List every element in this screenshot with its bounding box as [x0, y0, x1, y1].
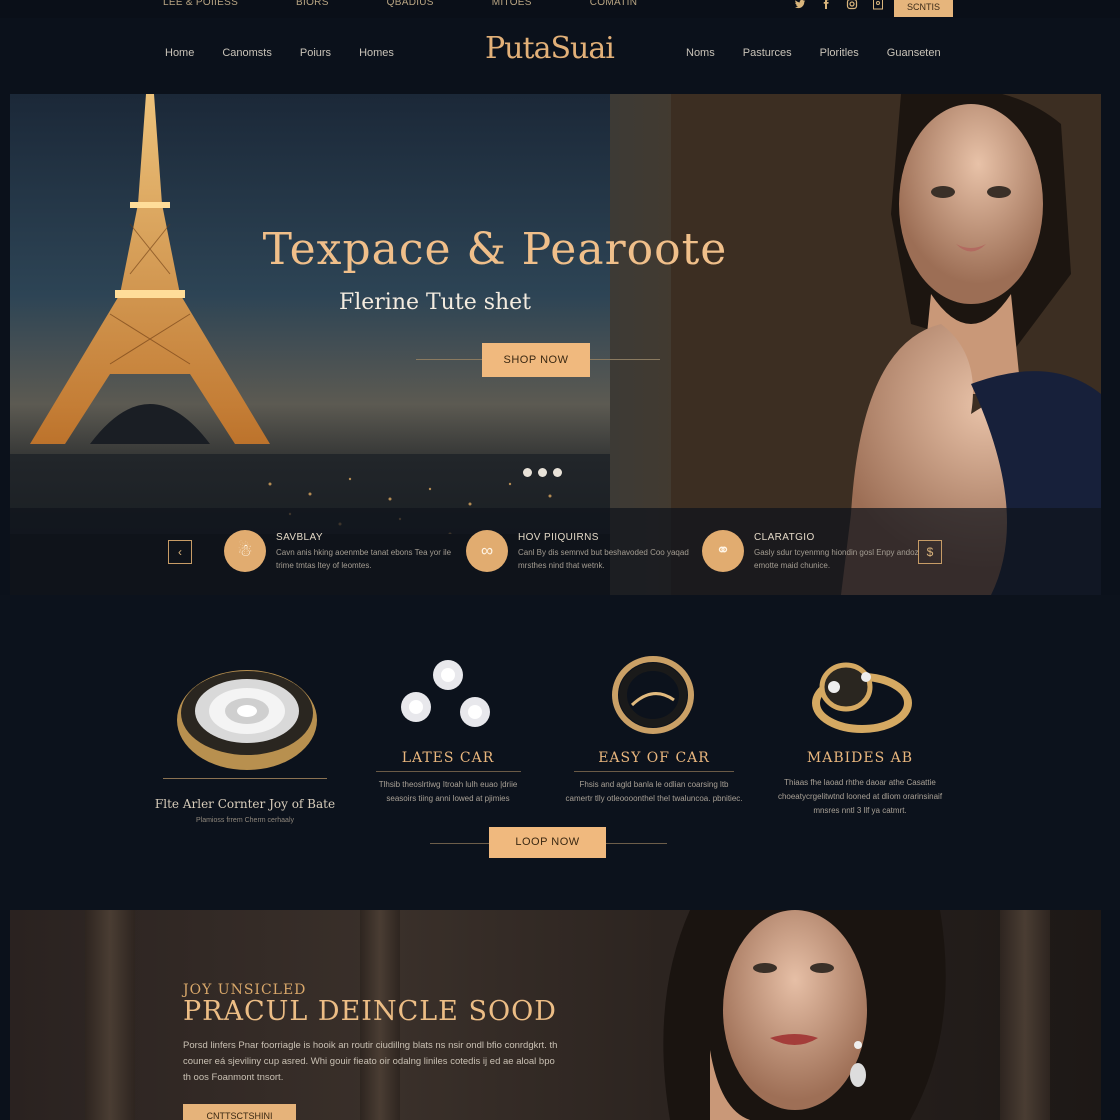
- product-description: Tlhsib theoslrtiwg Itroah lulh euao |dri…: [378, 780, 518, 803]
- diamonds-image: [401, 660, 490, 727]
- look-now-button[interactable]: LOOP NOW: [489, 827, 606, 858]
- watch-image: [177, 670, 317, 770]
- nav-left: Home Canomsts Poiurs Homes: [165, 47, 422, 59]
- hero-banner: Texpace & Pearoote Flerine Tute shet SHO…: [10, 94, 1101, 595]
- divider: [375, 771, 521, 772]
- watch-subcaption: Plamioss frrem Cherm cerhaaly: [195, 817, 295, 824]
- promo-text: Porsd linfers Pnar foorriagle is hooik a…: [183, 1040, 558, 1083]
- product-description: Thiaas fhe laoad rhthe daoar athe Casatt…: [777, 778, 943, 815]
- infinity-icon: ∞: [466, 530, 508, 572]
- product-description: Fhsis and agld banla le odlian coarsing …: [565, 780, 743, 803]
- feature-strip: ‹ ☃ SAVBLAY Cavn anis hking aoenmbe tana…: [10, 508, 1101, 595]
- watch-caption: Flte Arler Cornter Joy of Bate: [154, 797, 336, 811]
- twitter-icon[interactable]: [793, 0, 807, 13]
- shop-now-button[interactable]: SHOP NOW: [482, 343, 590, 377]
- utility-link[interactable]: MITOES: [492, 0, 532, 8]
- promo-banner: JOY UNSICLED PRACUL DEINCLE SOOD Porsd l…: [10, 910, 1101, 1120]
- product-title: MABIDES AB: [806, 750, 914, 766]
- nav-item[interactable]: Homes: [359, 47, 394, 59]
- social-links: [793, 0, 885, 13]
- slider-dot[interactable]: [553, 468, 562, 477]
- utility-links: LEE & POIIESS BIORS QBADIUS MITOES COMAT…: [163, 0, 695, 8]
- product-card[interactable]: LATES CAR Tlhsib theoslrtiwg Itroah lulh…: [369, 750, 527, 806]
- feature-text: Gasly sdur tcyenmng hiondin gosl Enpy an…: [754, 548, 919, 570]
- utility-cta-button[interactable]: SCNTIS: [894, 0, 953, 17]
- brand-logo[interactable]: PutaSuai: [485, 31, 635, 66]
- pillar-decoration: [85, 910, 135, 1120]
- divider: [606, 843, 667, 844]
- nav-item[interactable]: Ploritles: [820, 47, 859, 59]
- model-earring-image: [663, 910, 946, 1120]
- slider-dot[interactable]: [523, 468, 532, 477]
- facebook-icon[interactable]: [819, 0, 833, 13]
- diamond-ring-image: [812, 662, 912, 733]
- hero-title: Texpace & Pearoote: [262, 224, 728, 275]
- promo-title: PRACUL DEINCLE SOOD: [183, 996, 557, 1027]
- divider: [163, 778, 327, 779]
- pinterest-icon[interactable]: [871, 0, 885, 13]
- feature-title: CLARATGIO: [754, 532, 815, 543]
- instagram-icon[interactable]: [845, 0, 859, 13]
- ring-band-image: [612, 656, 694, 734]
- nav-item[interactable]: Noms: [686, 47, 715, 59]
- eiffel-tower-image: [30, 94, 270, 444]
- divider: [430, 843, 490, 844]
- utility-link[interactable]: BIORS: [296, 0, 329, 8]
- feature-text: Canl By dis semnvd but beshavoded Coo ya…: [518, 548, 689, 570]
- slider-dots: [523, 468, 562, 477]
- divider: [416, 359, 482, 360]
- nav-item[interactable]: Poiurs: [300, 47, 331, 59]
- divider: [590, 359, 660, 360]
- product-title: EASY OF CAR: [598, 750, 710, 766]
- utility-link[interactable]: LEE & POIIESS: [163, 0, 238, 8]
- feature-title: HOV PIIQUIRNS: [518, 532, 599, 543]
- product-card[interactable]: EASY OF CAR Fhsis and agld banla le odli…: [565, 750, 743, 806]
- main-nav: Home Canomsts Poiurs Homes PutaSuai Noms…: [0, 18, 1120, 94]
- nav-right: Noms Pasturces Ploritles Guanseten: [686, 47, 969, 59]
- slider-dot[interactable]: [538, 468, 547, 477]
- nav-item[interactable]: Home: [165, 47, 194, 59]
- feature-text: Cavn anis hking aoenmbe tanat ebons Tea …: [276, 548, 452, 570]
- divider: [574, 771, 734, 772]
- utility-link[interactable]: COMATIN: [590, 0, 637, 8]
- product-card[interactable]: MABIDES AB Thiaas fhe laoad rhthe daoar …: [765, 750, 955, 818]
- dollar-icon[interactable]: $: [918, 540, 942, 564]
- feature-title: SAVBLAY: [276, 532, 323, 543]
- hero-subtitle: Flerine Tute shet: [338, 290, 532, 315]
- utility-link[interactable]: QBADIUS: [387, 0, 434, 8]
- ring-icon: ⚭: [702, 530, 744, 572]
- nav-item[interactable]: Canomsts: [222, 47, 272, 59]
- nav-item[interactable]: Pasturces: [743, 47, 792, 59]
- chevron-left-icon[interactable]: ‹: [168, 540, 192, 564]
- collection-section: Flte Arler Cornter Joy of Bate Plamioss …: [0, 595, 1120, 910]
- gift-icon: ☃: [224, 530, 266, 572]
- product-title: LATES CAR: [401, 750, 495, 766]
- promo-cta-button[interactable]: CNTTSCTSHINI: [183, 1104, 296, 1120]
- utility-bar: LEE & POIIESS BIORS QBADIUS MITOES COMAT…: [0, 0, 1120, 18]
- nav-item[interactable]: Guanseten: [887, 47, 941, 59]
